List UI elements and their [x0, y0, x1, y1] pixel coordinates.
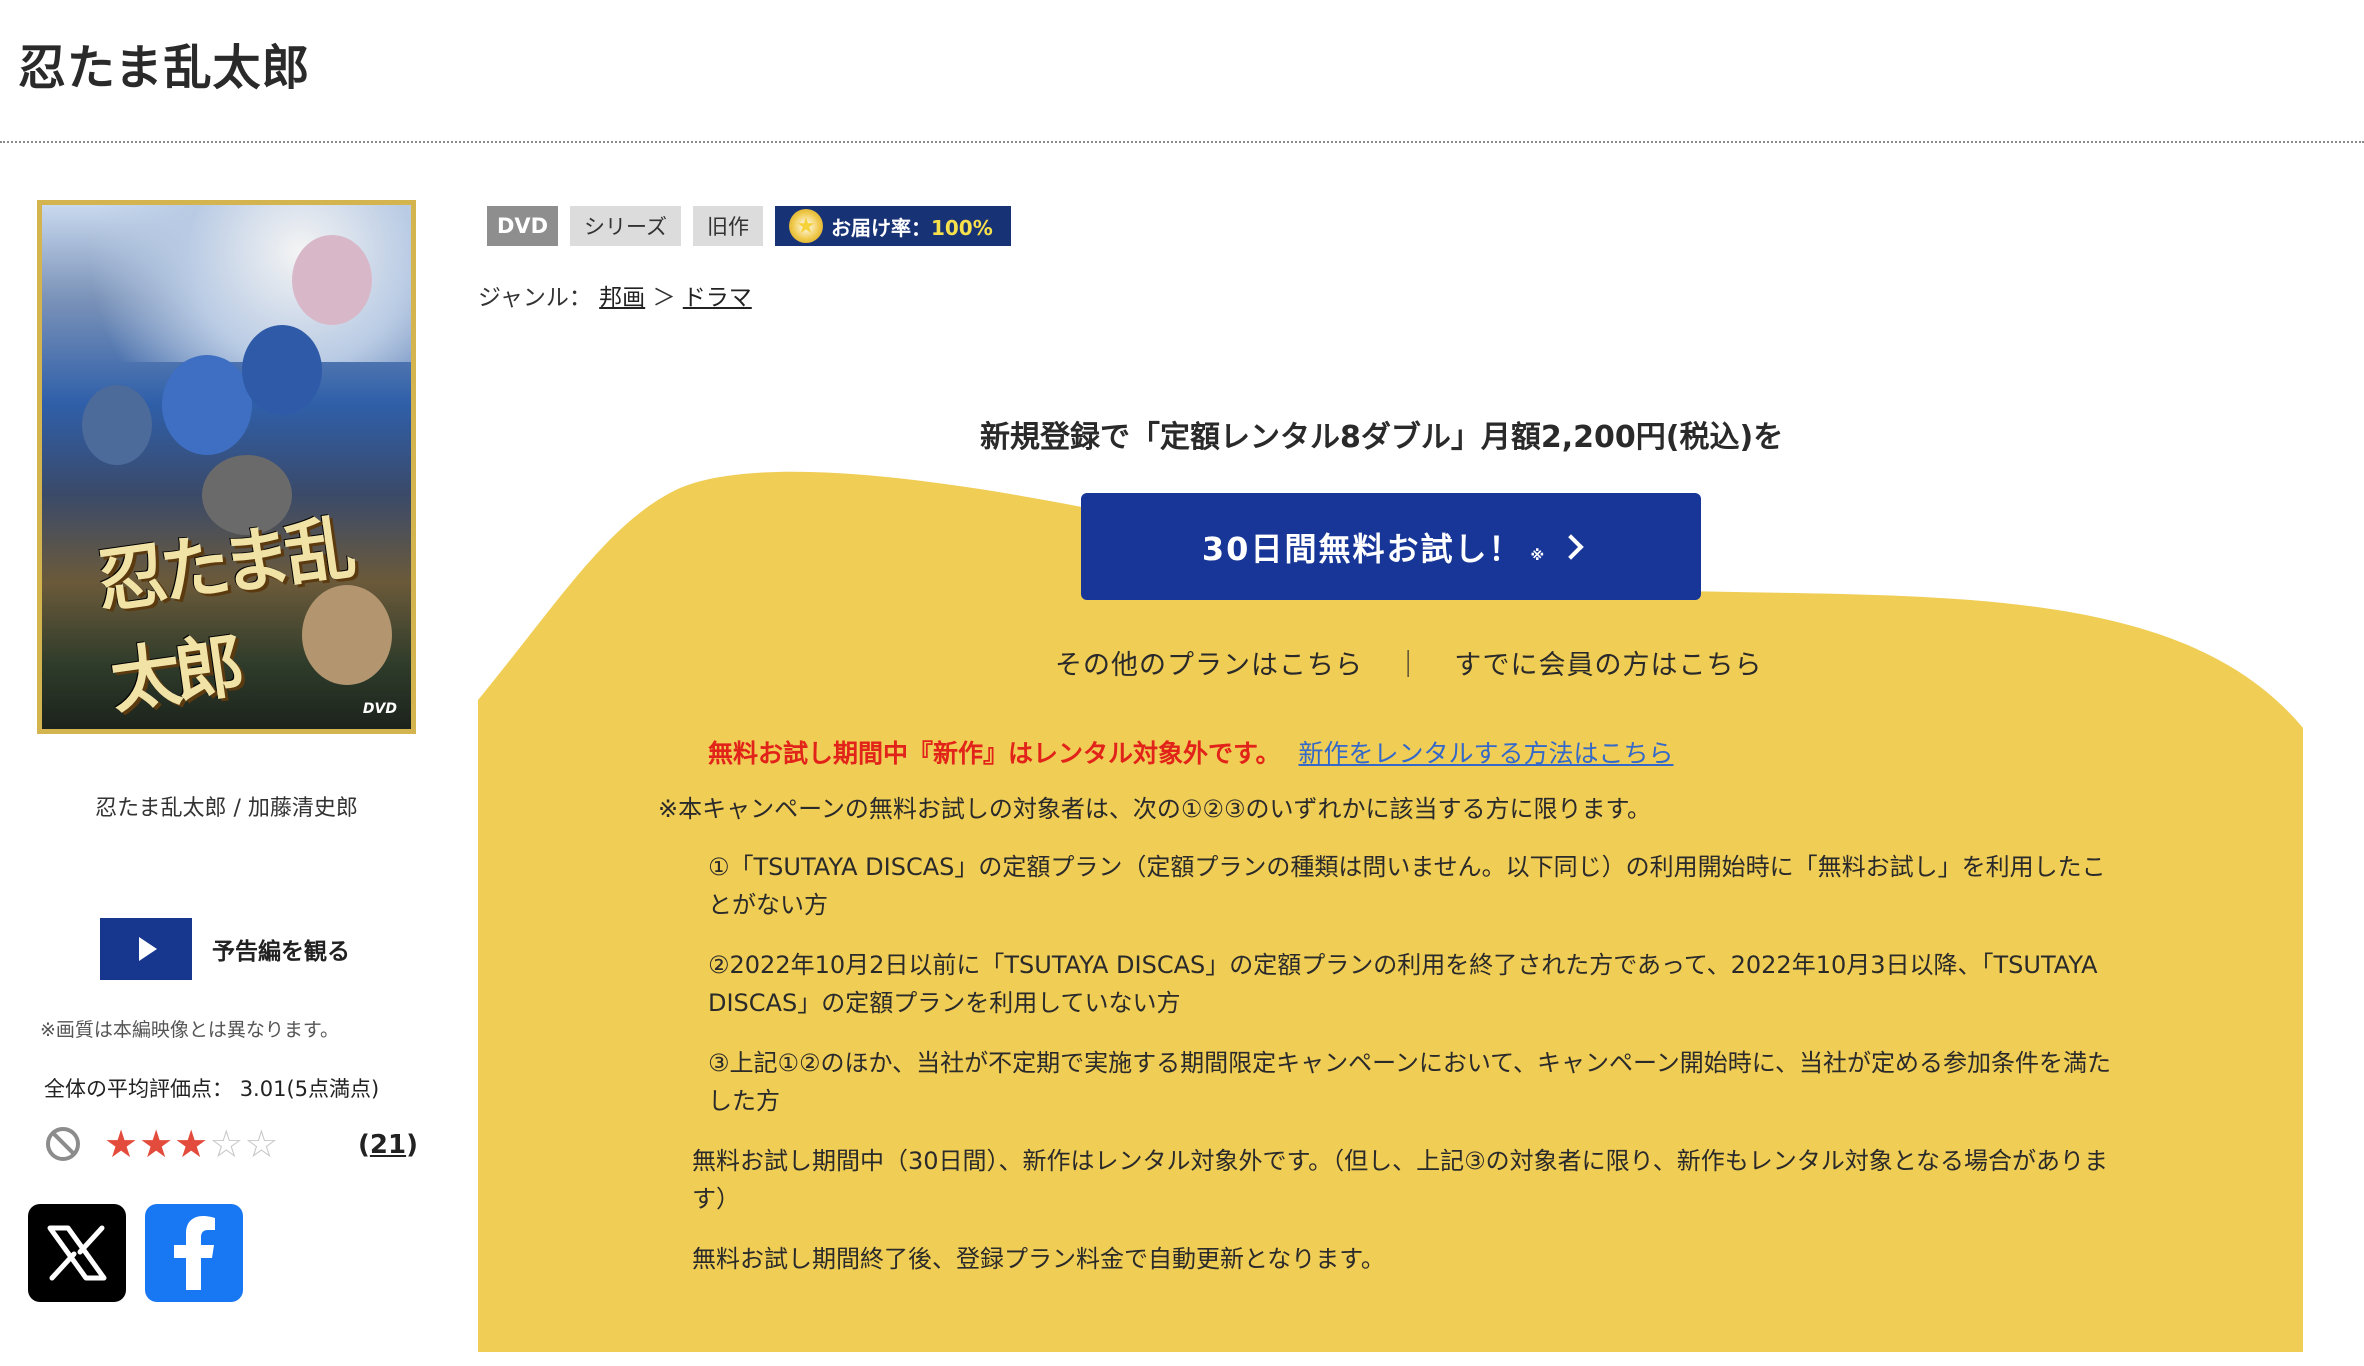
plan-links-separator: ｜	[1394, 650, 1423, 681]
x-share-button[interactable]	[28, 1204, 126, 1302]
genre-link-child[interactable]: ドラマ	[683, 285, 752, 311]
product-caption: 忍たま乱太郎 / 加藤清史郎	[95, 796, 358, 821]
genre-label: ジャンル：	[478, 285, 592, 311]
new-release-warning: 無料お試し期間中『新作』はレンタル対象外です。 新作をレンタルする方法はこちら	[708, 734, 1673, 770]
review-count-link[interactable]: 21	[370, 1130, 406, 1160]
star-rating: ★★★☆☆	[104, 1122, 279, 1166]
page-title: 忍たま乱太郎	[18, 40, 311, 96]
x-logo-icon	[47, 1225, 107, 1281]
star-badge-icon: ★	[788, 209, 823, 243]
new-release-howto-link[interactable]: 新作をレンタルする方法はこちら	[1298, 739, 1673, 768]
facebook-share-button[interactable]	[145, 1204, 243, 1302]
eligibility-condition-2: ②2022年10月2日以前に「TSUTAYA DISCAS」の定額プランの利用を…	[708, 951, 2098, 1017]
other-plans-link[interactable]: その他のプランはこちら	[1055, 650, 1363, 681]
product-tags: DVD シリーズ 旧作 ★ お届け率：100%	[487, 206, 1011, 246]
star-empty-icon: ☆	[209, 1122, 245, 1166]
average-rating: 全体の平均評価点： 3.01(5点満点)	[44, 1073, 379, 1103]
free-trial-mark: ※	[1530, 547, 1545, 564]
cover-image[interactable]: 忍たま乱太郎 DVD	[37, 200, 416, 734]
tag-old: 旧作	[692, 206, 763, 246]
block-icon[interactable]	[46, 1127, 80, 1161]
star-filled-icon: ★	[174, 1122, 210, 1166]
rating-value: 3.01(5点満点)	[239, 1077, 380, 1101]
tag-dvd: DVD	[487, 206, 558, 246]
genre-link-parent[interactable]: 邦画	[599, 285, 645, 311]
genre-breadcrumb: ジャンル： 邦画 ＞ ドラマ	[478, 278, 752, 312]
trial-note-2: 無料お試し期間終了後、登録プラン料金で自動更新となります。	[692, 1245, 1385, 1273]
tag-series: シリーズ	[570, 206, 681, 246]
cover-figure	[162, 355, 252, 455]
trailer-play-button[interactable]	[100, 918, 192, 980]
free-trial-button[interactable]: 30日間無料お試し！ ※	[1081, 493, 1701, 600]
warning-text: 無料お試し期間中『新作』はレンタル対象外です。	[708, 739, 1281, 768]
cover-logo: 忍たま乱太郎	[91, 506, 355, 724]
eligibility-condition-1: ①「TSUTAYA DISCAS」の定額プラン（定額プランの種類は問いません。以…	[708, 853, 2106, 919]
delivery-label: お届け率：	[830, 215, 931, 240]
quality-note: ※画質は本編映像とは異なります。	[40, 1019, 340, 1041]
star-filled-icon: ★	[104, 1122, 140, 1166]
eligibility-condition-3: ③上記①②のほか、当社が不定期で実施する期間限定キャンペーンにおいて、キャンペー…	[708, 1049, 2112, 1115]
cover-dvd-mark: DVD	[362, 701, 397, 717]
trial-note-1: 無料お試し期間中（30日間）、新作はレンタル対象外です。（但し、上記③の対象者に…	[692, 1147, 2108, 1213]
delivery-rate-badge: ★ お届け率：100%	[774, 206, 1011, 246]
plan-links: その他のプランはこちら ｜ すでに会員の方はこちら	[1055, 643, 1762, 682]
eligibility-intro: ※本キャンペーンの無料お試しの対象者は、次の①②③のいずれかに該当する方に限りま…	[658, 795, 1652, 823]
divider	[0, 141, 2364, 143]
trailer-label[interactable]: 予告編を観る	[212, 932, 350, 966]
play-icon	[139, 937, 157, 961]
rating-label: 全体の平均評価点：	[44, 1077, 233, 1101]
campaign-heading: 新規登録で「定額レンタル8ダブル」月額2,200円(税込)を	[980, 420, 1784, 455]
genre-separator: ＞	[652, 285, 676, 311]
star-filled-icon: ★	[139, 1122, 175, 1166]
facebook-logo-icon	[174, 1216, 215, 1290]
star-empty-icon: ☆	[244, 1122, 280, 1166]
member-login-link[interactable]: すでに会員の方はこちら	[1454, 650, 1762, 681]
cover-figure	[292, 235, 372, 325]
delivery-value: 100%	[930, 215, 993, 240]
cover-figure	[82, 385, 152, 465]
review-count[interactable]: (21)	[358, 1130, 418, 1160]
chevron-right-icon	[1558, 533, 1584, 560]
free-trial-label: 30日間無料お試し！	[1201, 529, 1523, 568]
cover-figure	[242, 325, 322, 415]
